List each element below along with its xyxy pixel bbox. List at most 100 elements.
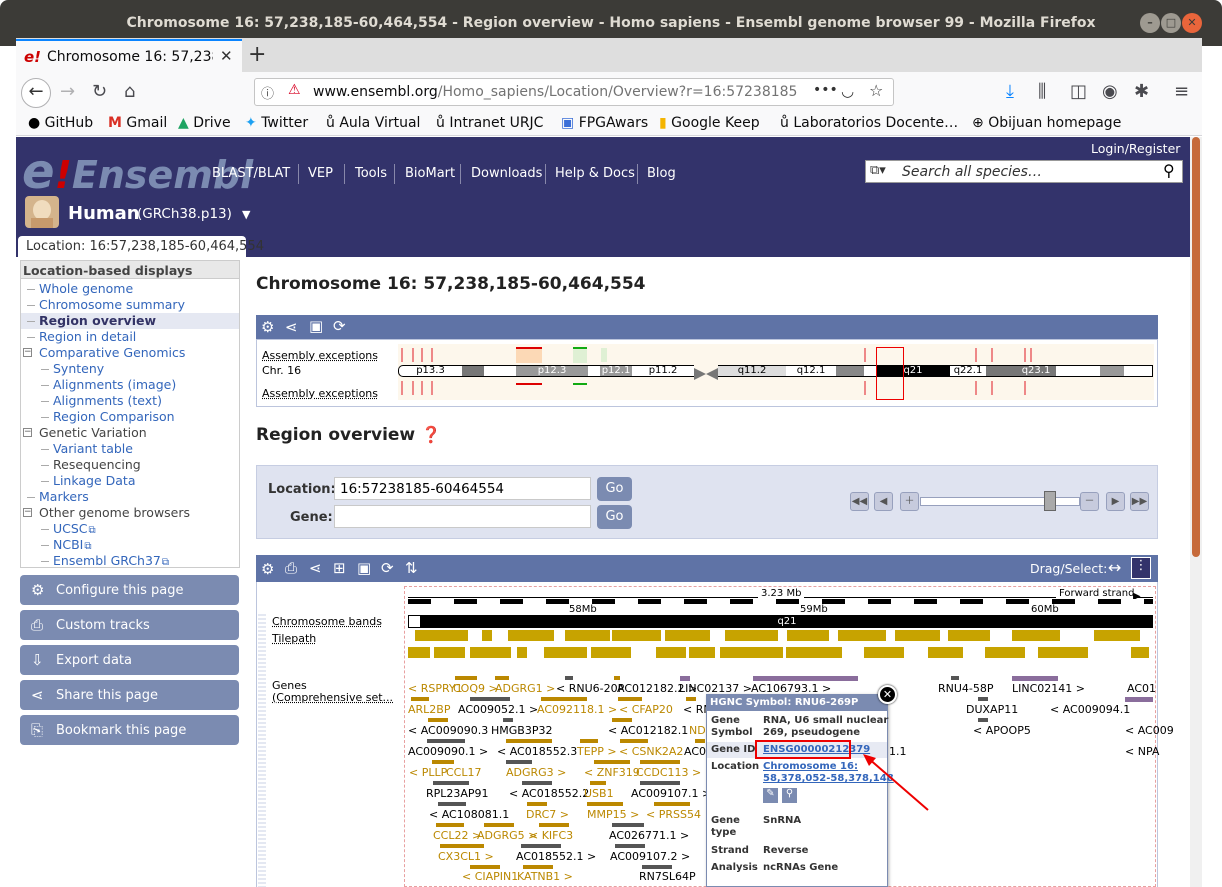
- reset-config-icon[interactable]: ⟳: [381, 559, 394, 577]
- species-search[interactable]: ⧉▾ Search all species… ⚲: [865, 160, 1183, 183]
- bookmark-item[interactable]: M Gmail: [108, 115, 167, 131]
- location-go-button[interactable]: Go: [597, 477, 632, 501]
- gene-label[interactable]: CCL17: [446, 766, 482, 779]
- exception-marker[interactable]: [1024, 348, 1026, 362]
- zoom-slider-handle[interactable]: [1044, 491, 1056, 511]
- menu-icon[interactable]: ≡: [1174, 81, 1189, 102]
- gene-label[interactable]: AC009052.1 >: [458, 703, 538, 716]
- tilepath-clone[interactable]: [787, 630, 829, 641]
- gene-label[interactable]: < AC009090.3: [408, 724, 488, 737]
- gene-label[interactable]: KATNB1 >: [517, 870, 573, 883]
- nav-downloads[interactable]: Downloads: [471, 166, 542, 181]
- exception-marker[interactable]: [991, 348, 993, 362]
- location-tab[interactable]: Location: 16:57,238,185-60,464,554: [18, 236, 264, 257]
- gene-label[interactable]: USB1: [584, 787, 614, 800]
- gene-label[interactable]: < NPA: [1125, 745, 1159, 758]
- gene-feature[interactable]: [428, 718, 448, 722]
- gene-feature[interactable]: [686, 697, 696, 701]
- back-button[interactable]: ←: [21, 78, 51, 108]
- tilepath-clone[interactable]: [565, 630, 610, 641]
- exception-marker[interactable]: [421, 348, 423, 362]
- share-page-button[interactable]: ⋖ Share this page: [20, 680, 239, 710]
- gene-label[interactable]: ADGRG3 >: [506, 766, 566, 779]
- assembly-exceptions-label-bottom[interactable]: Assembly exceptions: [262, 387, 378, 400]
- tilepath-clone[interactable]: [517, 647, 527, 658]
- band-segment[interactable]: [408, 615, 421, 628]
- left-menu-item[interactable]: UCSC⧉: [21, 521, 239, 537]
- zoom-search-icon[interactable]: ⚲: [782, 788, 797, 803]
- gene-label[interactable]: AC092118.1 >: [537, 703, 617, 716]
- tilepath-clone[interactable]: [864, 647, 904, 658]
- karyotype-band[interactable]: [986, 365, 1016, 377]
- gene-label[interactable]: COQ9 >: [453, 682, 498, 695]
- gene-feature[interactable]: [620, 739, 648, 743]
- gene-label[interactable]: RNU4-58P: [938, 682, 994, 695]
- gene-feature[interactable]: [587, 802, 623, 806]
- karyotype-band[interactable]: [484, 365, 516, 377]
- gene-feature[interactable]: [618, 697, 642, 701]
- gene-label[interactable]: < AC018552.2: [509, 787, 589, 800]
- bookmark-item[interactable]: ✦ Twitter: [245, 115, 308, 131]
- gene-label[interactable]: < PRSS54: [646, 808, 701, 821]
- new-tab-button[interactable]: +: [248, 42, 266, 67]
- exception-marker[interactable]: [864, 348, 866, 362]
- bookmark-item[interactable]: ů Laboratorios Docente…: [780, 115, 958, 131]
- tilepath-clone[interactable]: [482, 630, 492, 641]
- share-icon[interactable]: ⋖: [285, 318, 298, 336]
- exception-marker[interactable]: [1030, 348, 1032, 362]
- exception-marker[interactable]: [431, 381, 433, 395]
- custom-tracks-icon[interactable]: ⎙: [285, 559, 297, 577]
- gene-feature[interactable]: [614, 676, 620, 680]
- gene-feature[interactable]: [455, 676, 477, 680]
- drag-mode-icon[interactable]: ↔: [1108, 558, 1121, 577]
- assembly-exceptions-label-top[interactable]: Assembly exceptions: [262, 349, 378, 362]
- tilepath-clone[interactable]: [786, 647, 842, 658]
- band-p12.1[interactable]: p12.1: [600, 365, 632, 377]
- tilepath-clone[interactable]: [1038, 647, 1088, 658]
- gene-feature[interactable]: [978, 718, 988, 722]
- left-menu-item[interactable]: Linkage Data: [21, 473, 239, 489]
- export-data-button[interactable]: ⇩ Export data: [20, 645, 239, 675]
- tilepath-clone[interactable]: [591, 647, 631, 658]
- gene-label[interactable]: CCDC113 >: [636, 766, 701, 779]
- close-window-button[interactable]: ✕: [1182, 13, 1202, 33]
- gene-label[interactable]: < CIAPIN1: [462, 870, 518, 883]
- exception-marker[interactable]: [421, 381, 423, 395]
- bookmark-item[interactable]: ▣ FPGAwars: [561, 115, 648, 131]
- tilepath-clone[interactable]: [895, 630, 940, 641]
- band-q11.2[interactable]: q11.2: [718, 365, 786, 377]
- gene-go-button[interactable]: Go: [597, 505, 632, 529]
- exception-marker[interactable]: [991, 381, 993, 395]
- login-register-link[interactable]: Login/Register: [1091, 141, 1180, 156]
- band-p11.2[interactable]: p11.2: [632, 365, 694, 377]
- gene-label[interactable]: TEPP >: [577, 745, 617, 758]
- gene-feature[interactable]: [506, 760, 532, 764]
- bookmark-item[interactable]: ▮ Google Keep: [659, 115, 760, 131]
- bookmark-page-button[interactable]: ⎘ Bookmark this page: [20, 715, 239, 745]
- tilepath-clone[interactable]: [725, 630, 778, 641]
- bookmark-item[interactable]: ▲ Drive: [178, 115, 231, 131]
- left-menu-item[interactable]: − Comparative Genomics: [21, 345, 239, 361]
- configure-icon[interactable]: ⚙: [261, 318, 274, 336]
- insecure-lock-icon[interactable]: ⚠: [288, 82, 301, 98]
- sidebar-icon[interactable]: ◫: [1070, 81, 1087, 102]
- gene-label[interactable]: < KIFC3: [529, 829, 573, 842]
- assembly-name[interactable]: (GRCh38.p13): [137, 206, 232, 222]
- gene-feature[interactable]: [1012, 676, 1058, 681]
- bookmark-item[interactable]: ů Aula Virtual: [326, 115, 420, 131]
- gene-feature[interactable]: [640, 781, 680, 785]
- gene-feature[interactable]: [642, 865, 672, 869]
- exception-marker[interactable]: [401, 381, 403, 395]
- gene-label[interactable]: AC009107.1 >: [631, 787, 711, 800]
- gene-label[interactable]: AC009090.1 >: [408, 745, 488, 758]
- gene-label[interactable]: LINC02141 >: [1012, 682, 1085, 695]
- zoom-fast-back-button[interactable]: ◀◀: [850, 492, 869, 511]
- gene-feature[interactable]: [470, 697, 510, 701]
- gene-label[interactable]: < CSNK2A2: [619, 745, 683, 758]
- gene-feature[interactable]: [503, 718, 513, 722]
- gene-label[interactable]: < AC012182.1: [608, 724, 688, 737]
- gene-label[interactable]: < AC108081.1: [429, 808, 509, 821]
- species-dropdown-icon[interactable]: ▼: [242, 208, 250, 221]
- zoom-in-button[interactable]: ＋: [900, 492, 919, 511]
- nav-vep[interactable]: VEP: [308, 166, 333, 181]
